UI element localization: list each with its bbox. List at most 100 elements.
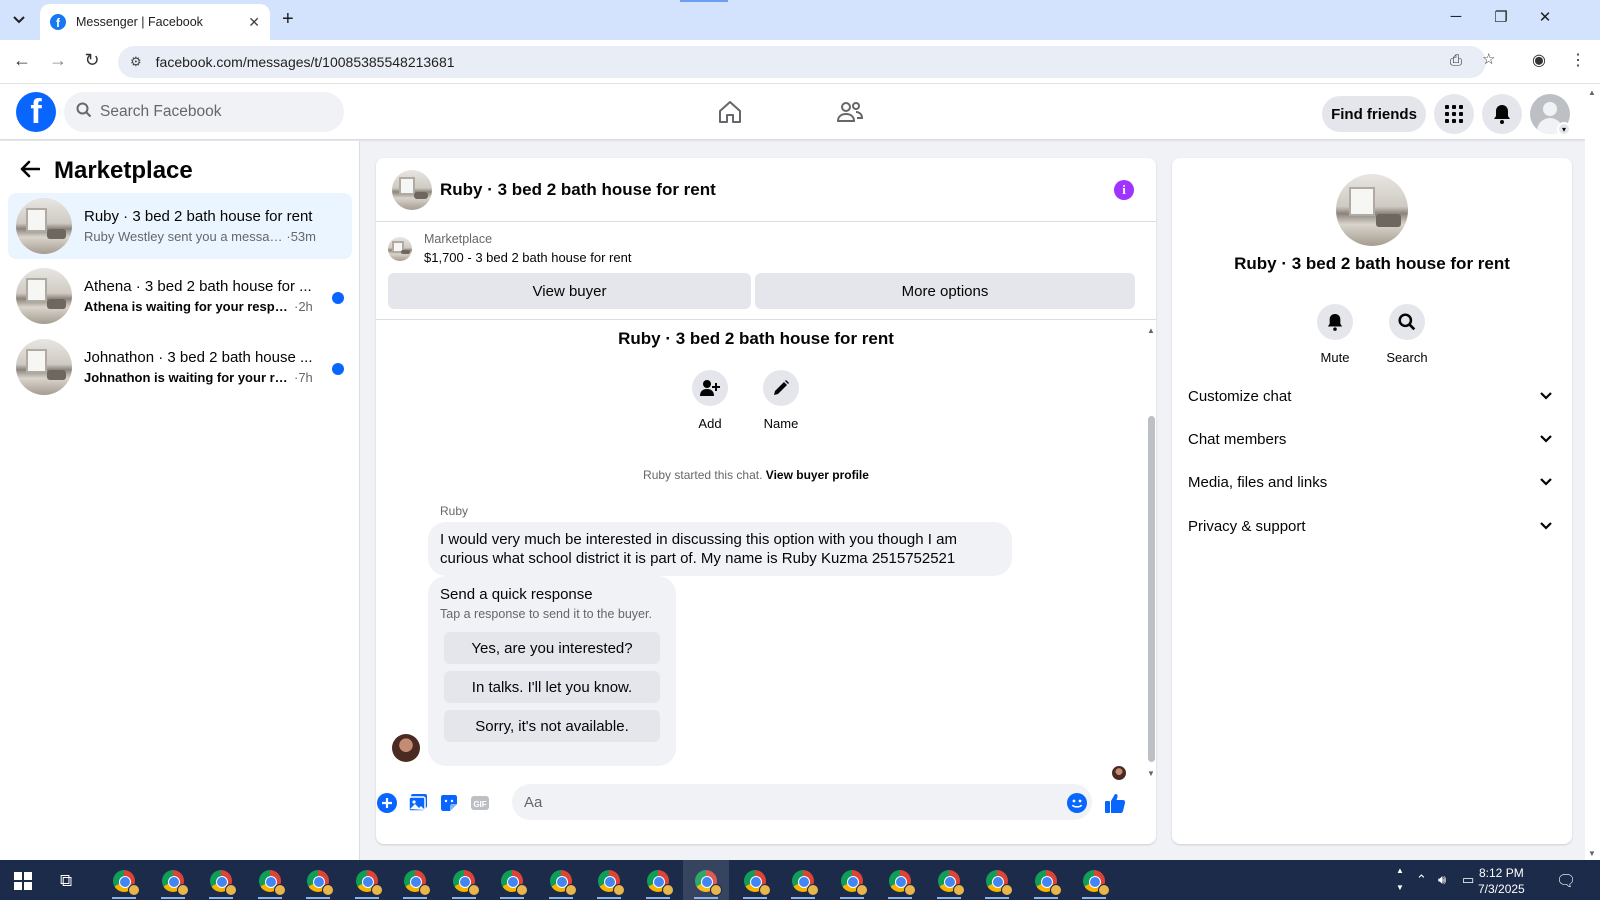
chrome-taskbar-icon[interactable] (683, 860, 729, 900)
chrome-taskbar-icon[interactable] (1083, 870, 1110, 896)
new-tab-button[interactable]: + (282, 8, 294, 31)
back-arrow-icon[interactable] (20, 158, 41, 184)
address-bar[interactable]: ⚙ facebook.com/messages/t/10085385548213… (118, 46, 1486, 78)
gif-icon[interactable]: GIF (469, 792, 491, 814)
facebook-logo-icon[interactable]: f (16, 92, 56, 132)
chrome-taskbar-icon[interactable] (986, 870, 1013, 896)
message-bubble[interactable]: I would very much be interested in discu… (428, 522, 1012, 576)
chrome-taskbar-icon[interactable] (550, 870, 577, 896)
close-tab-icon[interactable]: ✕ (248, 14, 260, 31)
chat-title[interactable]: Ruby · 3 bed 2 bath house for rent (440, 180, 716, 200)
network-icon[interactable]: ▭ (1462, 872, 1474, 888)
message-composer: GIF (376, 778, 1156, 828)
system-clock[interactable]: 8:12 PM 7/3/2025 (1478, 865, 1525, 897)
quick-response-button[interactable]: Sorry, it's not available. (444, 710, 660, 742)
chevron-down-icon (1540, 478, 1552, 486)
menu-grid-icon[interactable] (1434, 94, 1474, 134)
chrome-taskbar-icon[interactable] (792, 870, 819, 896)
chat-scrollbar[interactable]: ▲ ▼ (1147, 326, 1156, 778)
more-options-button[interactable]: More options (755, 273, 1135, 309)
info-icon[interactable]: i (1114, 180, 1134, 200)
emoji-icon[interactable] (1066, 792, 1088, 814)
chrome-taskbar-icon[interactable] (938, 870, 965, 896)
chrome-taskbar-icon[interactable] (598, 870, 625, 896)
chrome-taskbar-icon[interactable] (453, 870, 480, 896)
scroll-up-arrow-icon[interactable]: ▲ (1588, 88, 1596, 97)
chrome-taskbar-icon[interactable] (1035, 870, 1062, 896)
task-view-icon[interactable]: ⧉ (60, 871, 72, 891)
listing-title: $1,700 - 3 bed 2 bath house for rent (424, 250, 632, 265)
chrome-taskbar-icon[interactable] (113, 870, 140, 896)
conversation-item[interactable]: Johnathon · 3 bed 2 bath house ... Johna… (8, 334, 352, 400)
thumbs-up-icon[interactable] (1104, 792, 1126, 814)
show-hidden-icons-icon[interactable]: ⌃ (1416, 872, 1427, 888)
profile-icon[interactable]: ◉ (1532, 50, 1546, 70)
forward-icon[interactable]: → (46, 50, 70, 71)
profile-badge-icon (1050, 884, 1062, 896)
view-buyer-button[interactable]: View buyer (388, 273, 751, 309)
browser-tab[interactable]: f Messenger | Facebook ✕ (40, 4, 270, 40)
marketplace-listing-strip[interactable]: Marketplace $1,700 - 3 bed 2 bath house … (388, 232, 631, 265)
scroll-down-arrow-icon[interactable]: ▼ (1147, 769, 1155, 778)
customize-chat-section[interactable]: Customize chat (1180, 376, 1564, 416)
chrome-taskbar-icon[interactable] (307, 870, 334, 896)
running-indicator (161, 897, 185, 899)
close-window-button[interactable]: ✕ (1530, 8, 1560, 26)
home-icon[interactable] (714, 96, 746, 128)
site-info-icon[interactable]: ⚙ (130, 54, 142, 70)
account-chevron-icon[interactable]: ▾ (1557, 122, 1571, 136)
scroll-down-arrow-icon[interactable]: ▼ (1588, 849, 1596, 858)
chat-avatar[interactable] (392, 169, 432, 210)
sender-avatar[interactable] (392, 734, 420, 762)
tab-list-button[interactable] (6, 8, 32, 32)
gallery-icon[interactable] (407, 792, 429, 814)
conversation-item[interactable]: Ruby · 3 bed 2 bath house for rent Ruby … (8, 193, 352, 259)
scrollbar-thumb[interactable] (1148, 416, 1155, 762)
notifications-bell-icon[interactable] (1482, 94, 1522, 134)
sticker-icon[interactable] (438, 792, 460, 814)
mute-button[interactable]: Mute (1305, 304, 1365, 365)
chrome-taskbar-icon[interactable] (162, 870, 189, 896)
taskbar-scroll-arrows-icon[interactable]: ▲ ▼ (1396, 862, 1404, 896)
message-input[interactable] (512, 784, 1092, 820)
chrome-taskbar-icon[interactable] (210, 870, 237, 896)
chat-members-section[interactable]: Chat members (1180, 419, 1564, 459)
name-chat-button[interactable]: Name (751, 370, 811, 431)
quick-response-button[interactable]: In talks. I'll let you know. (444, 671, 660, 703)
reload-icon[interactable]: ↻ (80, 50, 104, 71)
scroll-up-arrow-icon[interactable]: ▲ (1147, 326, 1155, 335)
chrome-taskbar-icon[interactable] (841, 870, 868, 896)
windows-start-icon[interactable] (14, 872, 32, 890)
page-scrollbar[interactable]: ▲ ▼ (1585, 84, 1600, 860)
section-label: Customize chat (1188, 387, 1292, 405)
quick-response-button[interactable]: Yes, are you interested? (444, 632, 660, 664)
privacy-support-section[interactable]: Privacy & support (1180, 506, 1564, 546)
friends-icon[interactable] (834, 96, 866, 128)
restore-button[interactable]: ❐ (1486, 8, 1516, 26)
search-icon (1389, 304, 1425, 340)
facebook-search-input[interactable]: Search Facebook (64, 92, 344, 132)
media-files-links-section[interactable]: Media, files and links (1180, 462, 1564, 502)
chrome-taskbar-icon[interactable] (647, 870, 674, 896)
chrome-taskbar-icon[interactable] (889, 870, 916, 896)
install-app-icon[interactable]: ⎙ (1450, 52, 1462, 69)
search-in-chat-button[interactable]: Search (1377, 304, 1437, 365)
url-text: facebook.com/messages/t/1008538554821368… (155, 54, 455, 70)
minimize-button[interactable]: ─ (1441, 8, 1471, 25)
add-people-button[interactable]: Add (680, 370, 740, 431)
unread-dot (332, 292, 344, 304)
view-buyer-profile-link[interactable]: View buyer profile (766, 468, 869, 482)
chrome-taskbar-icon[interactable] (404, 870, 431, 896)
chrome-taskbar-icon[interactable] (259, 870, 286, 896)
notification-center-icon[interactable]: 🗨︎ (1556, 871, 1576, 891)
browser-menu-icon[interactable]: ⋮ (1570, 50, 1586, 70)
chrome-taskbar-icon[interactable] (501, 870, 528, 896)
chrome-taskbar-icon[interactable] (356, 870, 383, 896)
back-icon[interactable]: ← (10, 50, 34, 71)
conversation-item[interactable]: Athena · 3 bed 2 bath house for ... Athe… (8, 263, 352, 329)
chrome-taskbar-icon[interactable] (744, 870, 771, 896)
plus-circle-icon[interactable] (376, 792, 398, 814)
volume-icon[interactable]: 🔊︎ (1438, 872, 1446, 888)
bookmark-star-icon[interactable]: ☆ (1482, 50, 1495, 68)
find-friends-button[interactable]: Find friends (1322, 96, 1426, 132)
